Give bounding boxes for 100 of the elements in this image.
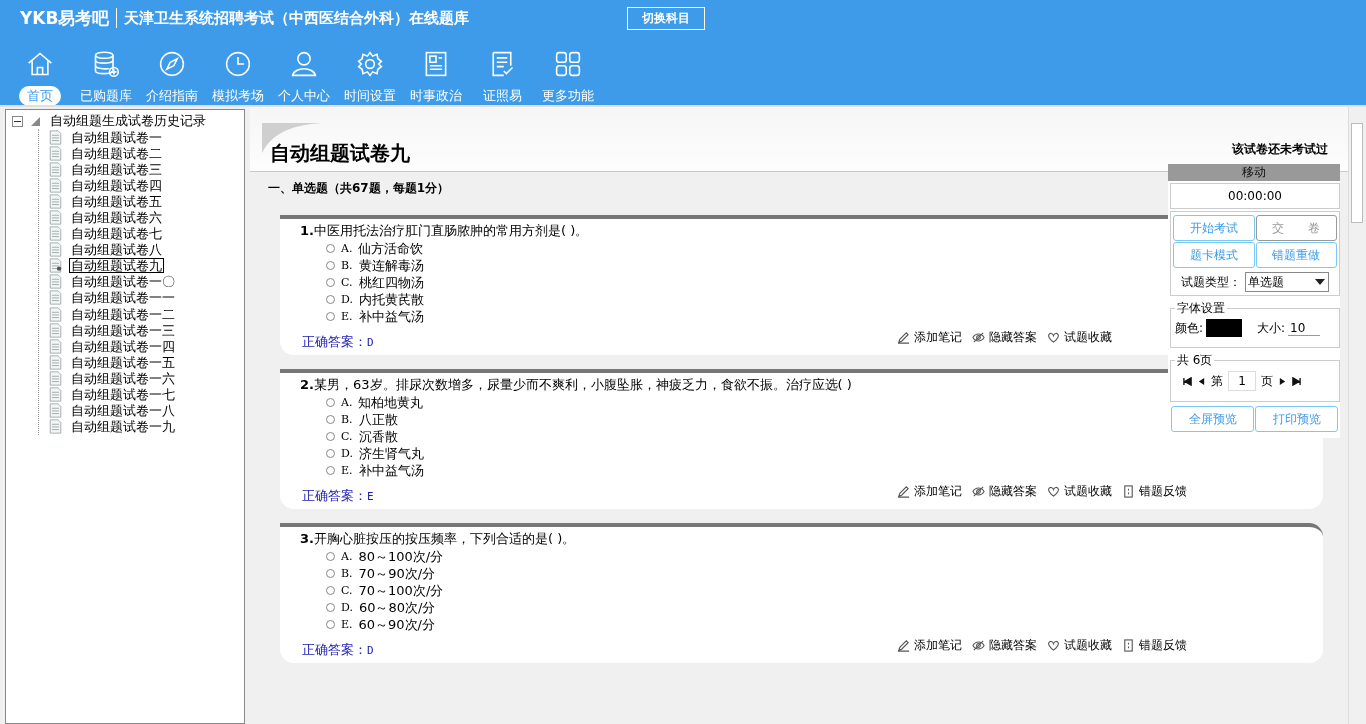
option-text[interactable]: 桃红四物汤 [358, 273, 424, 292]
exam-status: 该试卷还未考试过 [1232, 141, 1328, 158]
scrollbar[interactable] [1348, 107, 1366, 724]
radio-button[interactable] [326, 312, 335, 321]
tree-item[interactable]: 自动组题试卷一 [69, 129, 164, 145]
tree-item[interactable]: 自动组题试卷一〇 [69, 274, 177, 290]
option-text[interactable]: 八正散 [358, 410, 398, 429]
scrollbar-thumb[interactable] [1351, 123, 1363, 223]
radio-button[interactable] [326, 552, 335, 561]
option-text[interactable]: 补中益气汤 [358, 461, 424, 480]
question-action-link[interactable]: 隐藏答案 [989, 637, 1037, 654]
clock-icon[interactable] [224, 50, 252, 78]
grid-icon[interactable] [554, 50, 582, 78]
tree-item[interactable]: 自动组题试卷一八 [69, 403, 177, 419]
radio-button[interactable] [326, 415, 335, 424]
tree-item[interactable]: 自动组题试卷八 [69, 242, 164, 258]
radio-button[interactable] [326, 466, 335, 475]
tree-item[interactable]: 自动组题试卷一九 [69, 419, 177, 435]
question-text: 3.开胸心脏按压的按压频率，下列合适的是( )。 [300, 530, 576, 548]
document-icon [49, 338, 62, 354]
question-text: 1.中医用托法治疗肛门直肠脓肿的常用方剂是( )。 [300, 222, 589, 240]
color-swatch[interactable] [1206, 319, 1243, 337]
question-action-link[interactable]: 添加笔记 [914, 637, 962, 654]
previous-page-icon[interactable] [1197, 376, 1206, 386]
flag-icon[interactable] [1122, 485, 1135, 498]
home-icon[interactable] [26, 50, 54, 78]
document-icon [49, 274, 62, 290]
radio-button[interactable] [326, 261, 335, 270]
tree-item[interactable]: 自动组题试卷一六 [69, 370, 177, 386]
document-icon [49, 419, 62, 435]
option-text[interactable]: 70～100次/分 [358, 581, 444, 600]
option-text[interactable]: 补中益气汤 [358, 307, 424, 326]
tree-root-label[interactable]: 自动组题生成试卷历史记录 [50, 112, 206, 130]
pencil-icon[interactable] [897, 485, 910, 498]
first-page-icon[interactable] [1183, 376, 1192, 386]
pencil-icon[interactable] [897, 331, 910, 344]
question-action-link[interactable]: 添加笔记 [914, 483, 962, 500]
gear-icon[interactable] [356, 50, 384, 78]
tree-item[interactable]: 自动组题试卷六 [69, 210, 164, 225]
heart-icon[interactable] [1047, 639, 1060, 652]
question-action-link[interactable]: 添加笔记 [914, 329, 962, 346]
option-text[interactable]: 60～80次/分 [358, 598, 436, 617]
radio-button[interactable] [326, 620, 335, 629]
option-text[interactable]: 内托黄芪散 [358, 290, 424, 309]
eye-icon[interactable] [972, 639, 985, 652]
option-text[interactable]: 沉香散 [358, 427, 398, 446]
compass-icon[interactable] [158, 50, 186, 78]
question-action-link[interactable]: 隐藏答案 [989, 329, 1037, 346]
eye-icon[interactable] [972, 485, 985, 498]
question-action-link[interactable]: 试题收藏 [1064, 637, 1112, 654]
tree-item[interactable]: 自动组题试卷二 [69, 145, 164, 161]
user-icon[interactable] [290, 50, 318, 78]
option-text[interactable]: 60～90次/分 [358, 615, 435, 634]
tree-item[interactable]: 自动组题试卷五 [69, 193, 164, 209]
tree-item[interactable]: 自动组题试卷一二 [69, 306, 177, 322]
option-letter: D. [341, 601, 353, 614]
option-text[interactable]: 80～100次/分 [358, 547, 444, 566]
heart-icon[interactable] [1047, 331, 1060, 344]
tree-item[interactable]: 自动组题试卷一三 [69, 322, 177, 338]
database-icon[interactable] [92, 50, 120, 78]
tree-item[interactable]: 自动组题试卷三 [69, 161, 164, 177]
radio-button[interactable] [326, 432, 335, 441]
last-page-icon[interactable] [1292, 376, 1301, 386]
question-action-link[interactable]: 错题反馈 [1139, 637, 1187, 654]
radio-button[interactable] [326, 603, 335, 612]
option-text[interactable]: 仙方活命饮 [358, 239, 424, 258]
tree-item[interactable]: 自动组题试卷一五 [69, 354, 177, 370]
question-action-link[interactable]: 试题收藏 [1064, 329, 1112, 346]
option-text[interactable]: 黄连解毒汤 [358, 256, 424, 275]
tree-item[interactable]: 自动组题试卷九 [69, 258, 164, 274]
size-input[interactable]: 10 [1288, 320, 1321, 336]
question-action-link[interactable]: 隐藏答案 [989, 483, 1037, 500]
pencil-icon[interactable] [897, 639, 910, 652]
tree-item[interactable]: 自动组题试卷一七 [69, 387, 177, 403]
tree-item[interactable]: 自动组题试卷一四 [69, 338, 177, 354]
tree-item[interactable]: 自动组题试卷七 [69, 226, 164, 242]
radio-button[interactable] [326, 295, 335, 304]
tree-item[interactable]: 自动组题试卷四 [69, 177, 164, 193]
panel-move-handle[interactable]: 移动 [1168, 164, 1340, 181]
collapse-toggle[interactable] [12, 115, 23, 127]
radio-button[interactable] [326, 449, 335, 458]
page-input[interactable]: 1 [1228, 371, 1256, 391]
color-label: 颜色: [1175, 319, 1204, 337]
question-action-link[interactable]: 错题反馈 [1139, 483, 1187, 500]
page-prefix: 第 [1211, 372, 1223, 390]
option-text[interactable]: 知柏地黄丸 [358, 393, 424, 412]
radio-button[interactable] [326, 278, 335, 287]
question-action-link[interactable]: 试题收藏 [1064, 483, 1112, 500]
next-page-icon[interactable] [1278, 376, 1287, 386]
radio-button[interactable] [326, 398, 335, 407]
type-select[interactable]: 单选题 [1245, 272, 1329, 292]
option-text[interactable]: 济生肾气丸 [358, 444, 424, 463]
radio-button[interactable] [326, 569, 335, 578]
radio-button[interactable] [326, 244, 335, 253]
eye-icon[interactable] [972, 331, 985, 344]
heart-icon[interactable] [1047, 485, 1060, 498]
flag-icon[interactable] [1122, 639, 1135, 652]
tree-item[interactable]: 自动组题试卷一一 [69, 290, 177, 306]
radio-button[interactable] [326, 586, 335, 595]
option-text[interactable]: 70～90次/分 [358, 564, 436, 583]
